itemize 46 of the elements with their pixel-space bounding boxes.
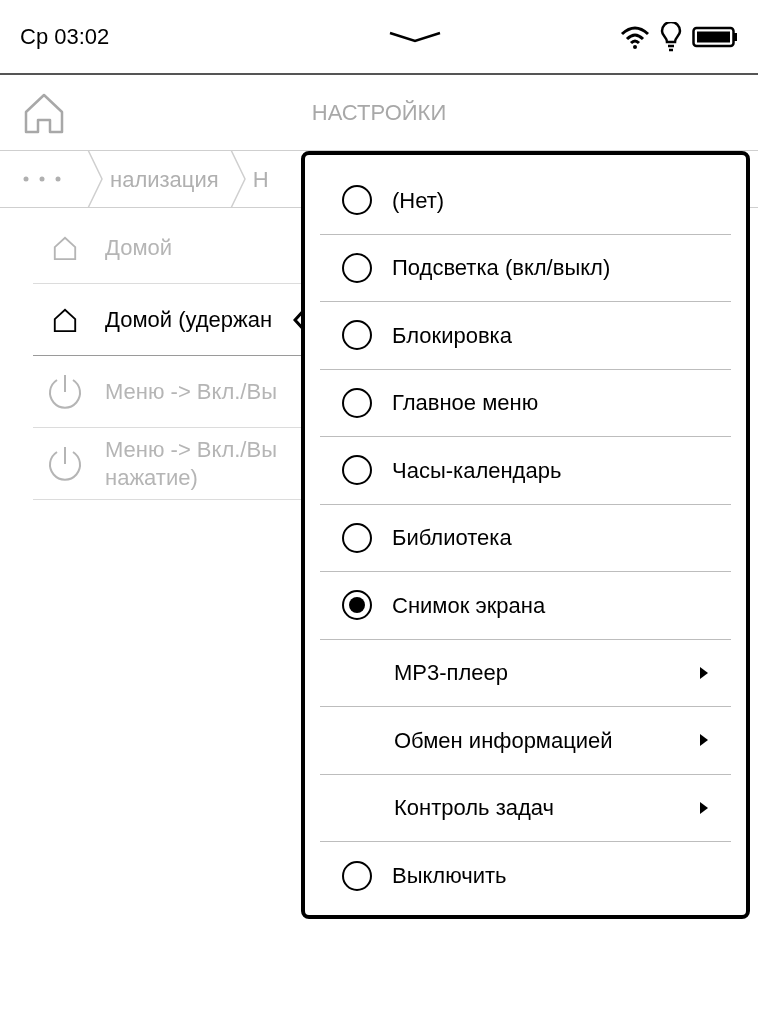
radio-button[interactable] — [342, 320, 372, 351]
radio-button[interactable] — [342, 185, 372, 216]
settings-item-label: Меню -> Вкл./Вы — [105, 377, 277, 406]
menu-item[interactable]: Контроль задач — [320, 774, 731, 842]
radio-button[interactable] — [342, 522, 372, 553]
menu-item[interactable]: Выключить — [320, 842, 731, 910]
menu-item-label: MP3-плеер — [394, 659, 510, 688]
wifi-icon — [620, 23, 650, 50]
chevron-down-icon[interactable] — [387, 29, 442, 44]
radio-button[interactable] — [342, 860, 372, 891]
settings-item-label: нажатие) — [105, 463, 199, 492]
menu-item-label: Подсветка (вкл/выкл) — [392, 254, 612, 283]
radio-button[interactable] — [342, 252, 372, 283]
menu-item-label: Обмен информацией — [394, 726, 614, 755]
clock: Ср 03:02 — [20, 23, 110, 51]
menu-item-label: Выключить — [392, 862, 508, 891]
home-icon — [52, 234, 78, 261]
menu-item[interactable]: Обмен информацией — [320, 707, 731, 775]
radio-button[interactable] — [342, 590, 372, 621]
submenu-arrow-icon — [699, 800, 709, 815]
home-icon — [52, 306, 78, 333]
menu-item-label: Снимок экрана — [392, 591, 547, 620]
submenu-arrow-icon — [699, 665, 709, 680]
menu-item-label: (Нет) — [392, 186, 446, 215]
menu-item[interactable]: Снимок экрана — [320, 572, 731, 640]
radio-button[interactable] — [342, 455, 372, 486]
menu-item[interactable]: Главное меню — [320, 369, 731, 437]
submenu-arrow-icon — [699, 733, 709, 748]
menu-item[interactable]: Библиотека — [320, 504, 731, 572]
radio-button[interactable] — [342, 387, 372, 418]
menu-item-label: Главное меню — [392, 389, 540, 418]
menu-item-label: Часы-календарь — [392, 456, 563, 485]
settings-item-label: Домой (удержан — [105, 305, 273, 334]
menu-item[interactable]: (Нет) — [320, 167, 731, 235]
menu-item-label: Блокировка — [392, 321, 513, 350]
settings-item-label: Домой — [105, 233, 173, 262]
menu-item[interactable]: Подсветка (вкл/выкл) — [320, 234, 731, 302]
battery-icon — [692, 25, 738, 48]
menu-item[interactable]: MP3-плеер — [320, 639, 731, 707]
menu-item-label: Библиотека — [392, 524, 513, 553]
menu-item[interactable]: Блокировка — [320, 302, 731, 370]
settings-item-label: Меню -> Вкл./Вы — [105, 435, 277, 464]
light-bulb-icon — [660, 21, 682, 52]
menu-item[interactable]: Часы-календарь — [320, 437, 731, 505]
menu-item-label: Контроль задач — [394, 794, 556, 823]
page-title: НАСТРОЙКИ — [311, 99, 447, 127]
